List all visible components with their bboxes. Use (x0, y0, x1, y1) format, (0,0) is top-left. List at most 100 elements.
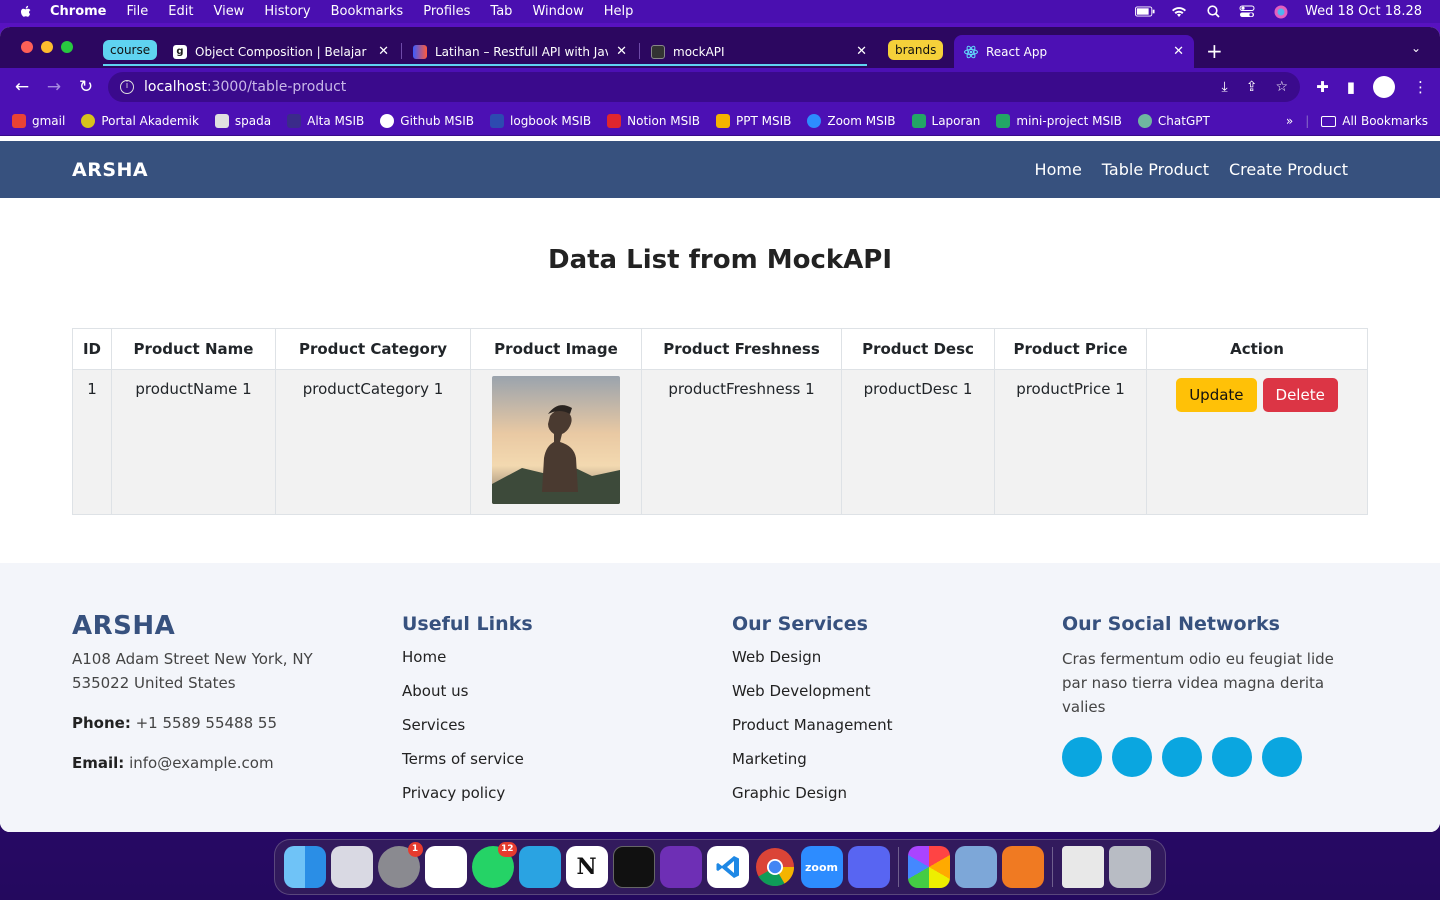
control-center-icon[interactable] (1237, 5, 1257, 19)
tab-restfull-api[interactable]: Latihan – Restfull API with Jav ✕ (403, 35, 637, 68)
preview-icon[interactable] (954, 846, 997, 888)
side-panel-icon[interactable]: ▮ (1347, 78, 1355, 96)
whatsapp-icon[interactable]: 12 (471, 842, 517, 888)
bookmark-notion-msib[interactable]: Notion MSIB (607, 113, 700, 128)
nav-create-product[interactable]: Create Product (1229, 160, 1348, 179)
facebook-icon[interactable] (1112, 737, 1152, 777)
vscode-icon[interactable] (706, 846, 749, 888)
system-settings-icon[interactable]: 1 (377, 842, 423, 888)
menu-window[interactable]: Window (532, 4, 583, 19)
footer-link-home[interactable]: Home (402, 647, 702, 681)
chrome-menu-kebab-icon[interactable]: ⋮ (1413, 78, 1428, 96)
trash-icon[interactable] (1108, 846, 1151, 888)
instagram-icon[interactable] (1162, 737, 1202, 777)
share-icon[interactable]: ⇪ (1246, 79, 1258, 95)
profile-avatar[interactable] (1373, 76, 1395, 98)
skype-icon[interactable] (1212, 737, 1252, 777)
menu-history[interactable]: History (264, 4, 310, 19)
close-icon[interactable]: ✕ (378, 44, 389, 59)
finder-icon[interactable] (283, 846, 326, 888)
footer-service-web-design[interactable]: Web Design (732, 647, 1032, 681)
url-host: localhost (144, 79, 207, 95)
footer-link-privacy[interactable]: Privacy policy (402, 783, 702, 817)
launchpad-icon[interactable] (330, 846, 373, 888)
update-button[interactable]: Update (1176, 378, 1257, 412)
apple-icon[interactable] (18, 4, 34, 20)
close-icon[interactable]: ✕ (1173, 44, 1184, 59)
bookmark-logbook-msib[interactable]: logbook MSIB (490, 113, 591, 128)
tab-mockapi[interactable]: mockAPI ✕ (641, 35, 877, 68)
menu-bookmarks[interactable]: Bookmarks (331, 4, 404, 19)
terminal-icon[interactable] (612, 846, 655, 888)
tab-react-app[interactable]: React App ✕ (954, 35, 1194, 68)
site-info-icon[interactable]: i (120, 80, 134, 94)
menu-app-name[interactable]: Chrome (50, 4, 107, 19)
delete-button[interactable]: Delete (1262, 378, 1338, 412)
bookmark-github-msib[interactable]: Github MSIB (380, 113, 474, 128)
new-tab-plus-icon[interactable]: + (1206, 39, 1223, 63)
chrome-icon[interactable] (754, 846, 796, 888)
back-arrow-icon[interactable]: ← (6, 77, 38, 97)
photos-icon[interactable] (907, 846, 950, 888)
extensions-puzzle-icon[interactable]: ✚ (1316, 78, 1329, 96)
menu-profiles[interactable]: Profiles (423, 4, 470, 19)
menu-tab[interactable]: Tab (490, 4, 512, 19)
battery-icon[interactable] (1135, 5, 1155, 19)
telegram-icon[interactable] (518, 846, 561, 888)
github-desktop-icon[interactable] (659, 846, 702, 888)
siri-icon[interactable] (1271, 5, 1291, 19)
document-stack-icon[interactable] (1061, 846, 1104, 888)
tab-search-chevron-down-icon[interactable]: ⌄ (1411, 41, 1421, 55)
bookmark-star-icon[interactable]: ☆ (1275, 79, 1288, 95)
footer-service-web-development[interactable]: Web Development (732, 681, 1032, 715)
menu-edit[interactable]: Edit (168, 4, 193, 19)
bookmark-laporan[interactable]: Laporan (911, 113, 980, 128)
footer-link-services[interactable]: Services (402, 715, 702, 749)
bookmark-alta-msib[interactable]: Alta MSIB (287, 113, 364, 128)
close-window-button[interactable] (21, 41, 33, 53)
zoom-window-button[interactable] (61, 41, 73, 53)
address-bar[interactable]: i localhost:3000/table-product ⤓ ⇪ ☆ (108, 72, 1300, 102)
zoom-app-icon[interactable]: zoom (800, 846, 843, 888)
slack-icon[interactable] (424, 846, 467, 888)
close-icon[interactable]: ✕ (856, 44, 867, 59)
bookmark-mini-project-msib[interactable]: mini-project MSIB (996, 113, 1122, 128)
tab-group-brands[interactable]: brands (888, 40, 944, 60)
wifi-icon[interactable] (1169, 5, 1189, 19)
bookmarks-overflow-chevron-icon[interactable]: » (1286, 114, 1293, 128)
footer-service-marketing[interactable]: Marketing (732, 749, 1032, 783)
bookmark-label: mini-project MSIB (1016, 113, 1122, 128)
menu-view[interactable]: View (213, 4, 244, 19)
menu-file[interactable]: File (127, 4, 149, 19)
footer-link-terms[interactable]: Terms of service (402, 749, 702, 783)
menubar-clock[interactable]: Wed 18 Oct 18.28 (1305, 4, 1422, 19)
discord-icon[interactable] (847, 846, 890, 888)
close-icon[interactable]: ✕ (616, 44, 627, 59)
notion-icon[interactable]: N (565, 846, 608, 888)
bookmark-zoom-msib[interactable]: Zoom MSIB (807, 113, 896, 128)
bookmark-chatgpt[interactable]: ChatGPT (1137, 113, 1210, 128)
tab-group-course[interactable]: course (103, 40, 158, 60)
bookmark-gmail[interactable]: gmail (12, 113, 65, 128)
bookmark-ppt-msib[interactable]: PPT MSIB (716, 113, 791, 128)
pages-icon[interactable] (1001, 846, 1044, 888)
reload-icon[interactable]: ↻ (70, 77, 102, 97)
site-logo[interactable]: ARSHA (72, 159, 148, 181)
nav-home[interactable]: Home (1035, 160, 1082, 179)
forward-arrow-icon[interactable]: → (38, 77, 70, 97)
all-bookmarks-button[interactable]: All Bookmarks (1321, 114, 1428, 128)
footer-service-product-management[interactable]: Product Management (732, 715, 1032, 749)
nav-table-product[interactable]: Table Product (1102, 160, 1209, 179)
spotlight-search-icon[interactable] (1203, 5, 1223, 19)
alta-icon (287, 113, 302, 128)
install-app-icon[interactable]: ⤓ (1222, 79, 1228, 95)
footer-link-about[interactable]: About us (402, 681, 702, 715)
tab-object-composition[interactable]: g Object Composition | Belajar D ✕ (163, 35, 399, 68)
footer-service-graphic-design[interactable]: Graphic Design (732, 783, 1032, 817)
bookmark-portal-akademik[interactable]: Portal Akademik (81, 113, 199, 128)
bookmark-spada[interactable]: spada (214, 113, 271, 128)
twitter-icon[interactable] (1062, 737, 1102, 777)
menu-help[interactable]: Help (604, 4, 634, 19)
minimize-window-button[interactable] (41, 41, 53, 53)
linkedin-icon[interactable] (1262, 737, 1302, 777)
